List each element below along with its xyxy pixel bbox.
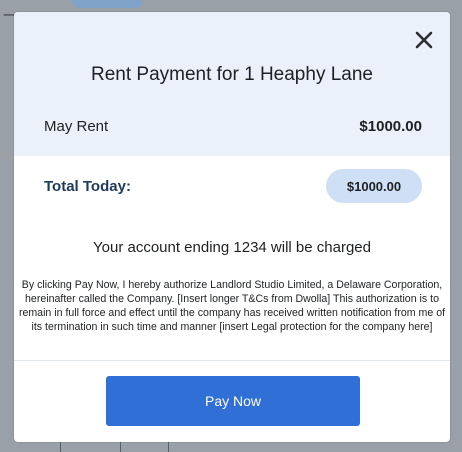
total-label: Total Today:	[44, 177, 131, 195]
total-amount-badge: $1000.00	[326, 169, 422, 203]
background-badge	[72, 0, 142, 8]
pay-now-button[interactable]: Pay Now	[106, 376, 360, 426]
line-item-amount: $1000.00	[359, 118, 422, 135]
legal-authorization-text: By clicking Pay Now, I hereby authorize …	[18, 279, 446, 333]
close-button[interactable]	[410, 26, 438, 54]
line-item-label: May Rent	[44, 118, 109, 135]
line-item-row: May Rent $1000.00	[44, 118, 422, 135]
footer-divider	[14, 360, 450, 361]
payment-modal: Rent Payment for 1 Heaphy Lane May Rent …	[14, 12, 450, 442]
charge-note: Your account ending 1234 will be charged	[93, 239, 371, 256]
total-row: Total Today: $1000.00	[44, 168, 422, 204]
modal-title: Rent Payment for 1 Heaphy Lane	[90, 64, 373, 85]
close-icon	[415, 31, 433, 49]
